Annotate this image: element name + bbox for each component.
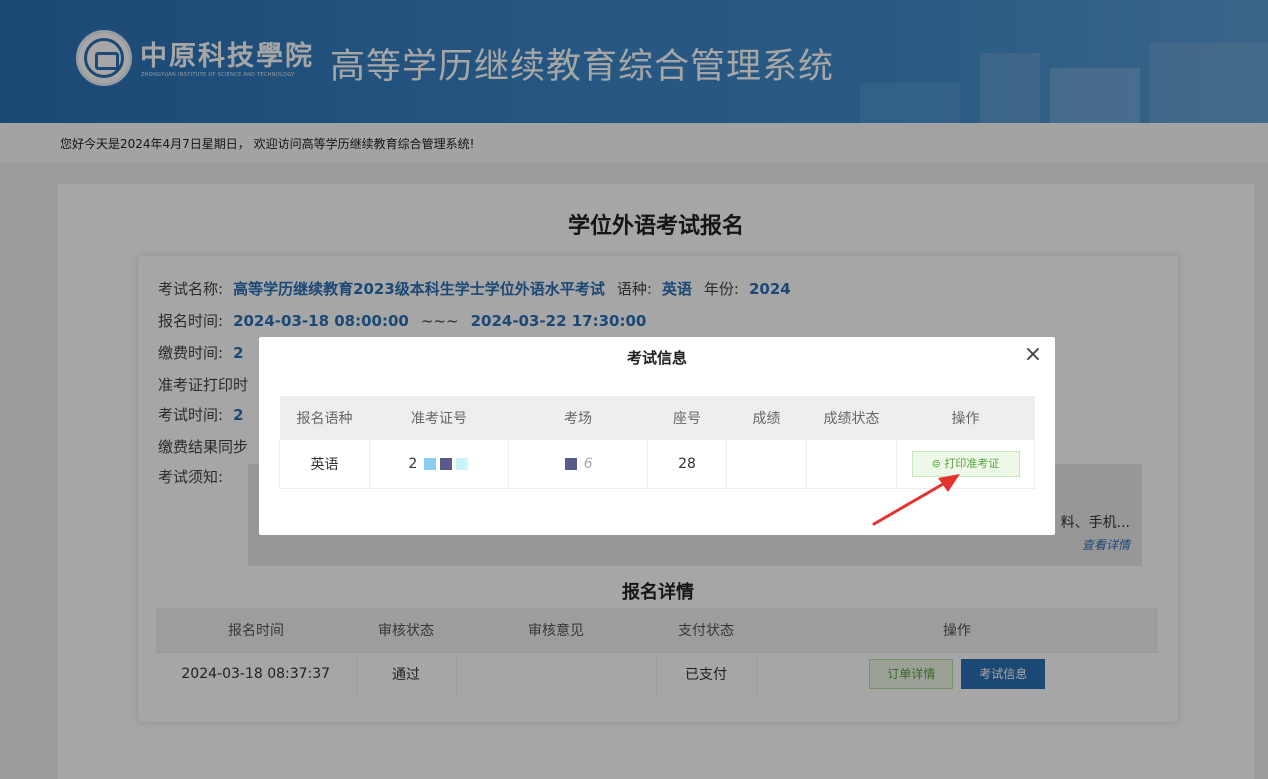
cell-language: 英语 [279, 440, 370, 489]
close-icon[interactable]: × [1021, 343, 1045, 367]
modal-title: 考试信息 [626, 349, 687, 367]
redacted-block [455, 457, 468, 470]
print-circle-icon: ⊜ [931, 456, 941, 470]
col-seat: 座号 [647, 396, 727, 440]
annotation-arrow-icon [872, 474, 960, 526]
cell-room: 6 [508, 440, 648, 489]
redacted-block [423, 457, 436, 470]
cell-ticket-no: 2 [369, 440, 509, 489]
col-ticket-no: 准考证号 [369, 396, 509, 440]
ticket-no-text: 2 [408, 455, 418, 472]
col-room: 考场 [508, 396, 648, 440]
cell-seat: 28 [647, 440, 727, 489]
cell-score [726, 440, 807, 489]
print-button-label: 打印准考证 [944, 456, 1000, 470]
redacted-block [439, 457, 452, 470]
redacted-block [565, 457, 578, 470]
col-modal-actions: 操作 [896, 396, 1035, 440]
modal-header-row: 报名语种 准考证号 考场 座号 成绩 成绩状态 操作 [279, 396, 1035, 440]
col-score: 成绩 [726, 396, 807, 440]
room-text: 6 [583, 455, 593, 472]
col-score-status: 成绩状态 [806, 396, 897, 440]
col-language: 报名语种 [279, 396, 370, 440]
